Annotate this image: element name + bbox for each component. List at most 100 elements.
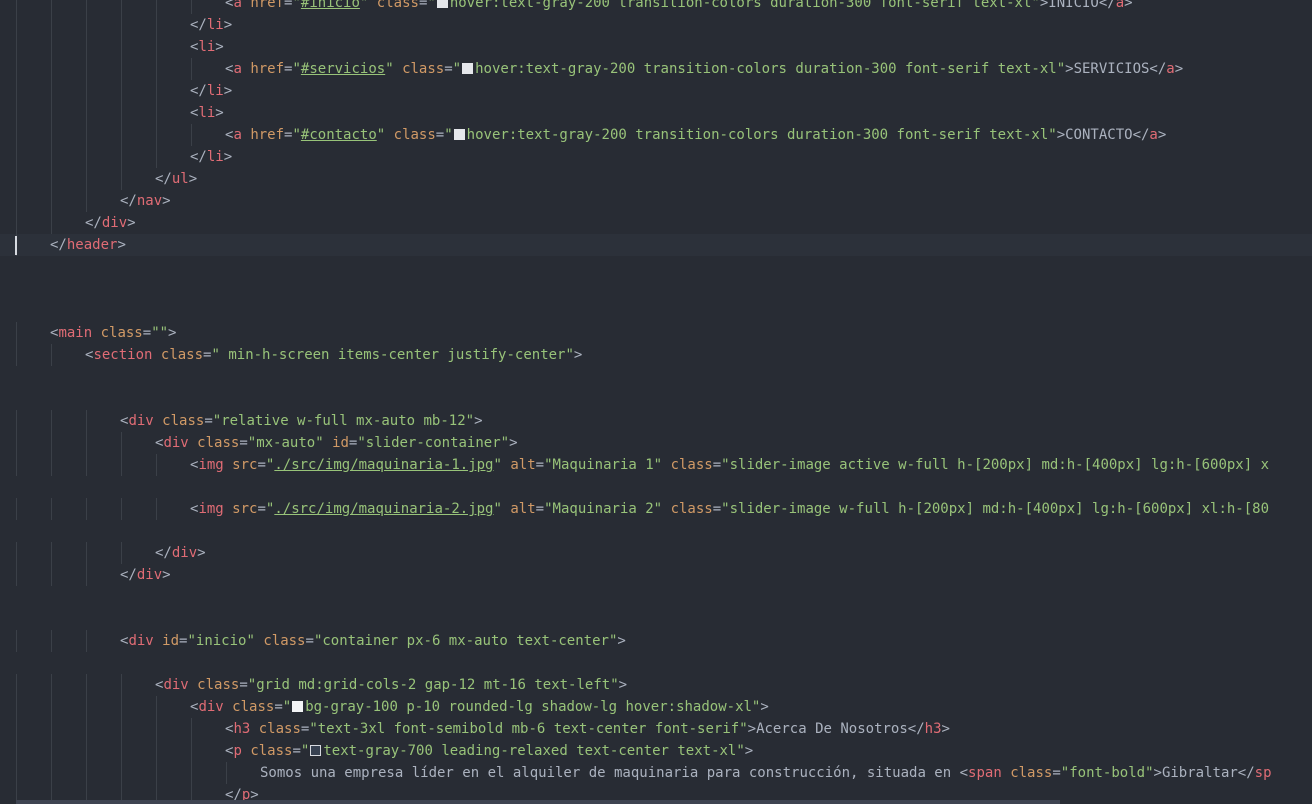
indent-guide [156,36,157,58]
code-line[interactable]: </nav> [0,190,1312,212]
indent-guide [191,718,192,740]
indent-guide [156,146,157,168]
code-text: <div class="mx-auto" id="slider-containe… [155,432,518,454]
code-token: class [197,435,240,451]
code-token: " [292,0,301,11]
code-token: > [215,105,224,121]
indent-guide [86,410,87,432]
code-line[interactable]: <div class="relative w-full mx-auto mb-1… [0,410,1312,432]
indent-guide [51,696,52,718]
code-token: "grid md:grid-cols-2 gap-12 mt-16 text-l… [247,677,619,693]
code-text: <a href="#inicio" class=" hover:text-gray… [225,0,1133,14]
indent-guide [121,718,122,740]
code-token: class [162,413,205,429]
indent-guide [121,146,122,168]
code-token: "Maquinaria 2" [544,501,663,517]
code-token: </ [1098,0,1116,11]
code-line[interactable] [0,388,1312,410]
code-token: </ [190,149,207,165]
code-line[interactable]: <main class=""> [0,322,1312,344]
code-line[interactable]: <div class=" bg-gray-100 p-10 rounded-lg … [0,696,1312,718]
indent-guide [16,762,17,784]
code-token: = [142,325,152,341]
code-line[interactable]: <div class="mx-auto" id="slider-containe… [0,432,1312,454]
code-line[interactable] [0,586,1312,608]
code-token: > [573,347,583,363]
code-line[interactable]: </li> [0,14,1312,36]
code-line[interactable]: <img src="./src/img/maquinaria-1.jpg" al… [0,454,1312,476]
code-text: </ul> [155,168,197,190]
code-line[interactable]: <a href="#inicio" class=" hover:text-gray… [0,0,1312,14]
code-token: = [274,699,283,715]
indent-guide [86,718,87,740]
code-token: </ [907,721,925,737]
code-token: > [760,699,769,715]
code-token: "font-bold" [1060,765,1154,781]
code-token: = [204,413,213,429]
indent-guide [16,146,17,168]
code-token: > [223,17,233,33]
code-token: div [171,545,198,561]
indent-guide [86,762,87,784]
code-line[interactable]: </div> [0,542,1312,564]
code-line[interactable]: <li> [0,36,1312,58]
code-text: </div> [120,564,171,586]
code-line[interactable]: </div> [0,212,1312,234]
code-line[interactable]: <section class=" min-h-screen items-cent… [0,344,1312,366]
code-line[interactable]: <img src="./src/img/maquinaria-2.jpg" al… [0,498,1312,520]
code-line[interactable]: </ul> [0,168,1312,190]
code-line[interactable]: </header> [0,234,1312,256]
horizontal-scrollbar[interactable] [16,800,1060,804]
code-token: text-gray-700 leading-relaxed text-cente… [323,743,745,759]
code-token: " [427,0,436,11]
code-line[interactable]: <p class=" text-gray-700 leading-relaxed … [0,740,1312,762]
code-token: href [250,61,285,77]
indent-guide [191,762,192,784]
code-line[interactable]: </li> [0,146,1312,168]
indent-guide [121,542,122,564]
code-token: INICIO [1048,0,1099,11]
code-line[interactable]: <div class="grid md:grid-cols-2 gap-12 m… [0,674,1312,696]
code-line[interactable]: <h3 class="text-3xl font-semibold mb-6 t… [0,718,1312,740]
code-line[interactable]: </div> [0,564,1312,586]
code-line[interactable] [0,256,1312,278]
code-token: a [1166,61,1175,77]
code-line[interactable] [0,476,1312,498]
code-line[interactable] [0,300,1312,322]
code-line[interactable] [0,278,1312,300]
code-line[interactable] [0,608,1312,630]
code-token: div [163,435,189,451]
indent-guide [16,454,17,476]
indent-guide [16,674,17,696]
code-line[interactable]: <a href="#servicios" class=" hover:text-g… [0,58,1312,80]
code-token: "mx-auto" [247,435,324,451]
code-token: Acerca De Nosotros [756,721,908,737]
indent-guide [121,674,122,696]
code-line[interactable]: Somos una empresa líder en el alquiler d… [0,762,1312,784]
code-editor[interactable]: <a href="#inicio" class=" hover:text-gray… [0,0,1312,804]
code-token: #inicio [300,0,360,11]
code-token: "slider-container" [357,435,510,451]
code-line[interactable]: <a href="#contacto" class=" hover:text-gr… [0,124,1312,146]
code-token: ul [171,171,189,187]
code-line[interactable] [0,520,1312,542]
indent-guide [156,762,157,784]
code-line[interactable]: <li> [0,102,1312,124]
indent-guide [51,344,52,366]
code-line[interactable]: </li> [0,80,1312,102]
indent-guide [86,630,87,652]
indent-guide [86,674,87,696]
code-text: <li> [190,36,224,58]
code-token: "slider-image w-full h-[200px] md:h-[400… [721,501,1270,517]
code-line[interactable] [0,652,1312,674]
code-token: img [198,457,224,473]
code-line[interactable]: <div id="inicio" class="container px-6 m… [0,630,1312,652]
code-text: <section class=" min-h-screen items-cent… [85,344,582,366]
indent-guide [156,58,157,80]
code-line[interactable] [0,366,1312,388]
code-token: id [332,435,349,451]
indent-guide [156,0,157,14]
